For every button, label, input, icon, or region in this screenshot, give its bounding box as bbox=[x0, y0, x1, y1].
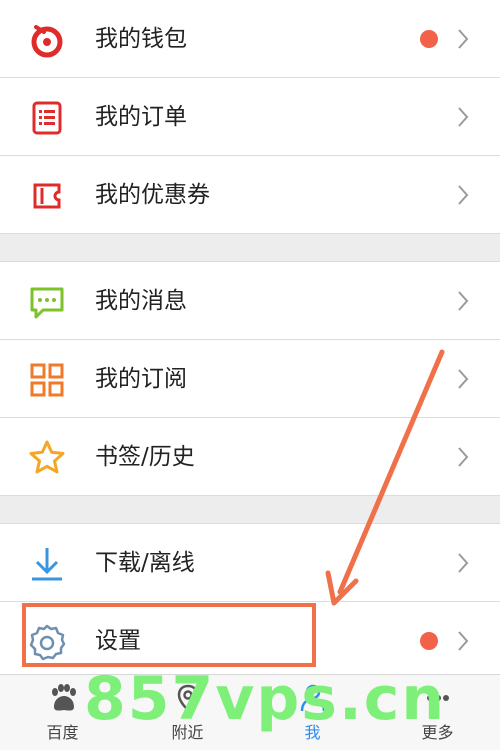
chevron-right-icon bbox=[456, 105, 470, 129]
coupon-icon bbox=[27, 176, 67, 216]
section-divider bbox=[0, 496, 500, 524]
wallet-icon bbox=[27, 20, 67, 60]
tab-label: 百度 bbox=[46, 723, 79, 742]
chevron-right-icon bbox=[456, 289, 470, 313]
star-icon bbox=[27, 438, 67, 478]
more-dots-icon bbox=[423, 683, 453, 713]
menu-item-label: 我的优惠券 bbox=[95, 182, 210, 208]
tab-nearby[interactable]: 附近 bbox=[125, 675, 250, 751]
menu-item-wallet[interactable]: 我的钱包 bbox=[0, 0, 500, 78]
paw-icon bbox=[48, 683, 78, 713]
chevron-right-icon bbox=[456, 629, 470, 653]
menu-item-downloads[interactable]: 下载/离线 bbox=[0, 524, 500, 602]
menu-item-subscriptions[interactable]: 我的订阅 bbox=[0, 340, 500, 418]
menu-item-label: 书签/历史 bbox=[95, 444, 195, 470]
chevron-right-icon bbox=[456, 551, 470, 575]
tab-label: 更多 bbox=[421, 723, 454, 742]
tab-label: 附近 bbox=[171, 723, 204, 742]
person-icon bbox=[298, 683, 328, 713]
menu-item-label: 我的钱包 bbox=[95, 26, 187, 52]
tab-label: 我 bbox=[304, 723, 321, 742]
notification-badge bbox=[420, 632, 438, 650]
menu-item-label: 下载/离线 bbox=[95, 550, 195, 576]
menu-item-messages[interactable]: 我的消息 bbox=[0, 262, 500, 340]
menu-list: 我的钱包 我的订单 我的优惠券 我的消息 我的订阅 书签/历史 下载/离线 设置 bbox=[0, 0, 500, 680]
menu-item-label: 我的消息 bbox=[95, 288, 187, 314]
settings-highlight-box bbox=[22, 603, 316, 667]
chevron-right-icon bbox=[456, 27, 470, 51]
menu-item-label: 我的订单 bbox=[95, 104, 187, 130]
bottom-tab-bar: 百度 附近 我 更多 bbox=[0, 674, 500, 750]
notification-badge bbox=[420, 30, 438, 48]
menu-item-bookmarks[interactable]: 书签/历史 bbox=[0, 418, 500, 496]
tab-me[interactable]: 我 bbox=[250, 675, 375, 751]
grid-icon bbox=[27, 360, 67, 400]
message-bubble-icon bbox=[27, 282, 67, 322]
chevron-right-icon bbox=[456, 445, 470, 469]
chevron-right-icon bbox=[456, 367, 470, 391]
menu-item-coupons[interactable]: 我的优惠券 bbox=[0, 156, 500, 234]
menu-item-orders[interactable]: 我的订单 bbox=[0, 78, 500, 156]
order-list-icon bbox=[27, 98, 67, 138]
chevron-right-icon bbox=[456, 183, 470, 207]
tab-more[interactable]: 更多 bbox=[375, 675, 500, 751]
tab-baidu[interactable]: 百度 bbox=[0, 675, 125, 751]
section-divider bbox=[0, 234, 500, 262]
menu-item-label: 我的订阅 bbox=[95, 366, 187, 392]
location-pin-icon bbox=[173, 683, 203, 713]
download-icon bbox=[27, 544, 67, 584]
